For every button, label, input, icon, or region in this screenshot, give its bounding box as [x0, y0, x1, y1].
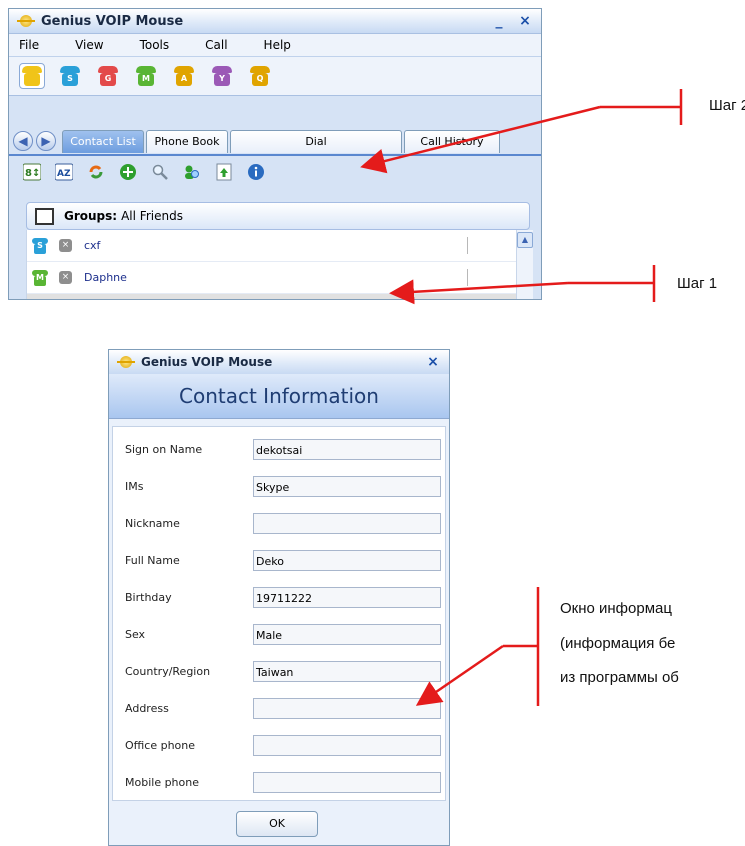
info-label-line3: из программы об [560, 669, 679, 686]
step1-label: Шаг 1 [677, 275, 718, 292]
step1-arrow [389, 265, 656, 305]
info-arrow [415, 587, 540, 706]
info-label-line2: (информация бе [560, 635, 676, 652]
step2-arrow [360, 89, 683, 174]
info-label-line1: Окно информац [560, 600, 672, 617]
step2-label: Шаг 2 [709, 97, 745, 114]
annotation-arrows [360, 89, 683, 706]
